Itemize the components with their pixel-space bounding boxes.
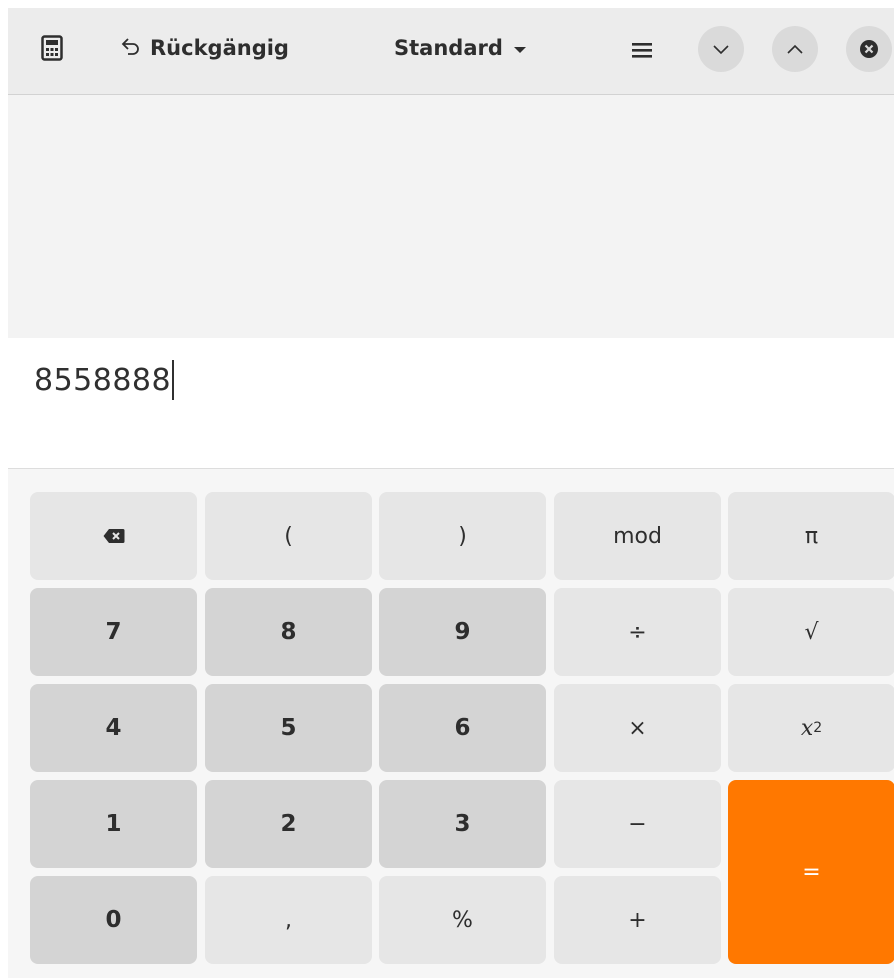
hamburger-menu-icon[interactable] [620,28,664,72]
digit-7-button[interactable]: 7 [30,588,197,676]
decimal-separator-button[interactable]: , [205,876,372,964]
digit-5-button[interactable]: 5 [205,684,372,772]
text-caret [172,360,175,400]
calculator-icon[interactable] [32,28,72,68]
chevron-down-icon [513,36,527,60]
multiply-button[interactable]: × [554,684,721,772]
digit-4-button[interactable]: 4 [30,684,197,772]
expression-text: 8558888 [34,362,172,398]
digit-3-button[interactable]: 3 [379,780,546,868]
digit-9-button[interactable]: 9 [379,588,546,676]
minimize-button[interactable] [698,26,744,72]
undo-button[interactable]: Rückgängig [120,26,289,70]
history-area [8,95,894,338]
input-area[interactable]: 8558888 [8,338,894,469]
close-paren-button[interactable]: ) [379,492,546,580]
close-icon [860,40,878,58]
square-exponent: 2 [813,720,823,736]
subtract-button[interactable]: − [554,780,721,868]
digit-0-button[interactable]: 0 [30,876,197,964]
maximize-button[interactable] [772,26,818,72]
undo-icon [120,35,142,62]
undo-label: Rückgängig [150,36,289,60]
divide-button[interactable]: ÷ [554,588,721,676]
pi-button[interactable]: π [728,492,894,580]
maximize-icon [787,44,803,54]
backspace-icon [103,529,124,543]
close-button[interactable] [846,26,892,72]
digit-1-button[interactable]: 1 [30,780,197,868]
square-base: x [800,715,814,741]
mode-selector[interactable]: Standard [394,26,527,70]
digit-8-button[interactable]: 8 [205,588,372,676]
add-button[interactable]: + [554,876,721,964]
backspace-button[interactable] [30,492,197,580]
percent-button[interactable]: % [379,876,546,964]
digit-6-button[interactable]: 6 [379,684,546,772]
mod-button[interactable]: mod [554,492,721,580]
mode-label: Standard [394,36,503,60]
equals-button[interactable]: = [728,780,894,964]
header-bar: Rückgängig Standard [8,8,894,95]
digit-2-button[interactable]: 2 [205,780,372,868]
square-button[interactable]: x2 [728,684,894,772]
open-paren-button[interactable]: ( [205,492,372,580]
sqrt-button[interactable]: √ [728,588,894,676]
expression-input[interactable]: 8558888 [34,360,175,400]
keypad: ( ) mod π 7 8 9 ÷ √ 4 5 6 × x2 1 2 3 − =… [8,469,894,978]
calculator-window: Rückgängig Standard 8558888 () mod π 7 … [8,8,894,978]
minimize-icon [713,45,729,55]
